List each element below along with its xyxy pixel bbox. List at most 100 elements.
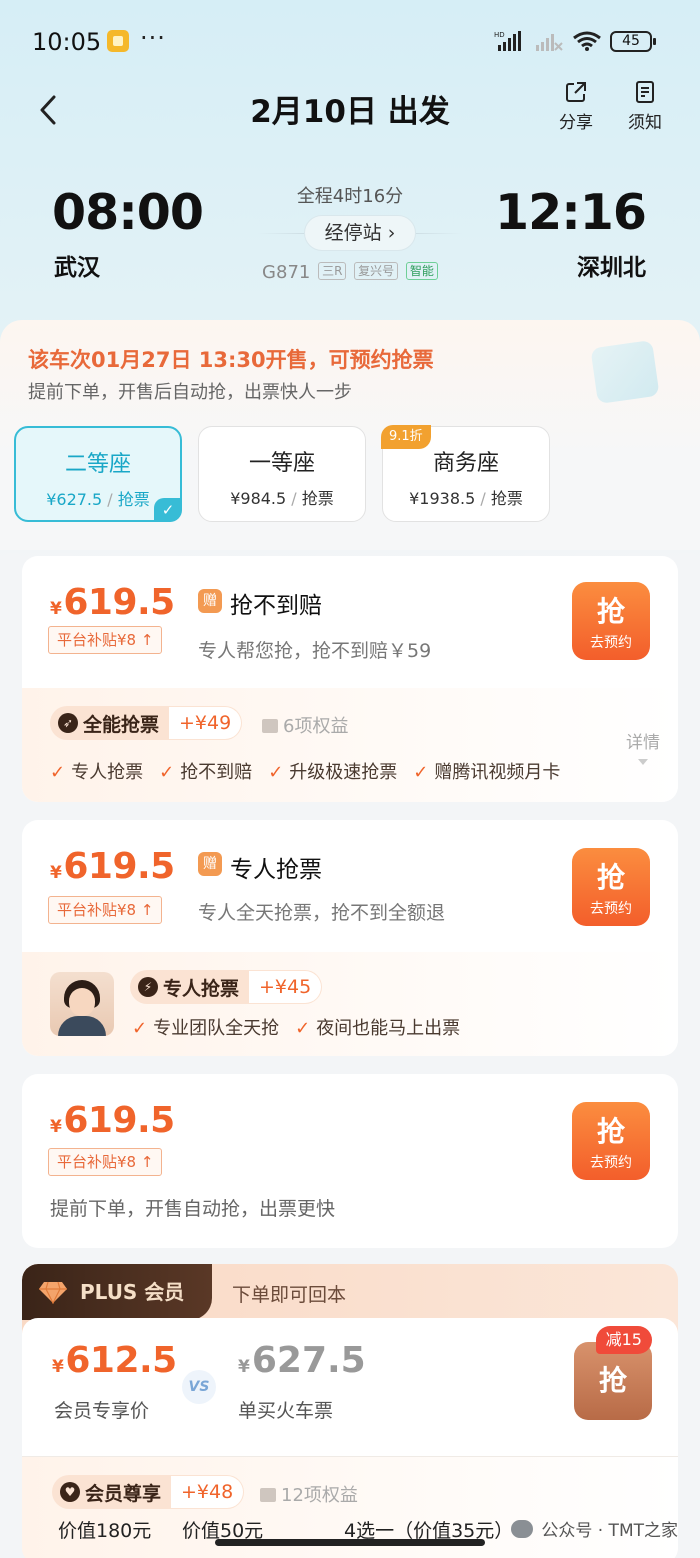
seat-price-line: ¥1938.5 / 抢票 [409,489,523,508]
calendar-icon [590,339,660,405]
grab-sublabel: 去预约 [590,1155,632,1171]
member-price-label: 会员专享价 [54,1400,150,1422]
watermark-text: 公众号 · TMT之家 [541,1521,678,1541]
selected-check-icon: ✓ [154,498,182,522]
currency: ¥ [50,863,62,883]
currency: ¥ [50,599,62,619]
option-desc: 专人全天抢票，抢不到全额退 [198,902,446,924]
details-button[interactable]: 详情 [626,728,660,765]
arrival-station: 深圳北 [577,255,646,281]
perk-chip-name: ⚡ 专人抢票 [130,974,249,1001]
check-item: 夜间也能马上出票 [295,1018,460,1039]
notice-button[interactable]: 须知 [620,80,670,133]
seat-second-class[interactable]: 二等座 ¥627.5 / 抢票 ✓ [14,426,182,522]
grab-label: 抢 [596,595,625,628]
price-value: 619.5 [63,1100,175,1141]
grab-button[interactable]: 抢 去预约 [572,582,650,660]
price-value: 627.5 [251,1340,366,1381]
arrival-time: 12:16 [495,184,647,241]
seat-action: 抢票 [490,489,523,508]
option-desc: 专人帮您抢，抢不到赔￥59 [198,640,432,662]
chevron-down-icon [638,759,648,765]
seat-price: ¥1938.5 [409,489,476,508]
subsidy-text: 平台补贴¥8 [57,631,137,649]
normal-price-label: 单买火车票 [238,1400,334,1422]
grab-label: 抢 [596,1115,625,1148]
currency: ¥ [50,1117,62,1137]
gift-box-icon [262,719,278,733]
perk-area: ⚡专人抢票 +¥45 专业团队全天抢夜间也能马上出票 [22,952,678,1056]
perk-name: 会员尊享 [85,1482,162,1505]
battery-icon: 45 [610,31,656,52]
benefit-count: 12项权益 [260,1481,358,1507]
status-bar: 10:05 ··· HD 45 [0,0,700,80]
smart-tag: 智能 [405,262,438,280]
diamond-icon [39,1281,67,1304]
stops-button[interactable]: 经停站 › [304,215,416,251]
perk-checklist: 专人抢票抢不到赔升级极速抢票赠腾讯视频月卡 [50,758,576,784]
plus-member-card: PLUS 会员 下单即可回本 ¥612.5 会员专享价 VS ¥627.5 单买… [22,1264,678,1558]
seat-name: 商务座 [432,451,499,476]
train-number: G871 [262,262,311,283]
perk-price: +¥48 [171,1476,244,1508]
subsidy-badge: 平台补贴¥8 ↑ [48,1148,163,1176]
agent-avatar [50,972,114,1036]
option-price: ¥619.5 [50,1100,175,1141]
check-item: 赠腾讯视频月卡 [413,762,560,783]
perk-name: 全能抢票 [83,713,160,736]
benefit-label: 6项权益 [283,716,349,737]
wechat-icon [511,1519,534,1538]
rocket-icon: ➶ [58,713,78,733]
share-label: 分享 [559,113,593,133]
seat-action: 抢票 [301,489,334,508]
lightning-icon: ⚡ [138,977,158,997]
perk-price: +¥45 [249,971,322,1003]
option-card-dedicated: ¥619.5 平台补贴¥8 ↑ 赠 专人抢票 专人全天抢票，抢不到全额退 抢 去… [22,820,678,1056]
perk-chip-name: ➶ 全能抢票 [50,710,169,737]
heart-diamond-icon: ♥ [60,1482,80,1502]
gift-icon: 赠 [198,852,222,876]
currency: ¥ [238,1357,250,1377]
option-price: ¥619.5 [50,846,175,887]
signal-2-icon [536,34,563,51]
perk-chip[interactable]: ⚡ 专人抢票 +¥45 [130,970,323,1004]
grab-sublabel: 去预约 [590,635,632,651]
trip-summary: 08:00 武汉 全程4时16分 经停站 › G871 三R 复兴号 智能 12… [0,170,700,300]
option-card-compensation: ¥619.5 平台补贴¥8 ↑ 赠 抢不到赔 专人帮您抢，抢不到赔￥59 抢 去… [22,556,678,802]
grab-button[interactable]: 抢 去预约 [572,1102,650,1180]
discount-badge: 减15 [595,1326,652,1354]
benefit-count: 6项权益 [262,712,348,738]
gift-box-icon [260,1488,276,1502]
check-item: 专业团队全天抢 [132,1018,279,1039]
option-desc: 提前下单，开售自动抢，出票更快 [50,1198,336,1220]
vs-icon: VS [182,1370,216,1404]
perk-price: +¥49 [169,707,242,739]
seat-business-class[interactable]: 9.1折 商务座 ¥1938.5 / 抢票 [381,425,550,522]
plus-brand: PLUS 会员 [22,1264,212,1320]
perk-chip-name: ♥ 会员尊享 [52,1479,171,1506]
top-nav: 2月10日 出发 分享 须知 [0,80,700,140]
wifi-icon [573,31,601,51]
share-button[interactable]: 分享 [551,80,601,133]
check-item: 抢不到赔 [159,762,252,783]
normal-price: ¥627.5 [238,1340,366,1381]
watermark: 公众号 · TMT之家 [511,1516,678,1541]
check-item: 升级极速抢票 [268,762,397,783]
price-value: 619.5 [63,582,175,623]
seat-first-class[interactable]: 一等座 ¥984.5 / 抢票 [198,426,366,522]
check-item: 专人抢票 [50,762,143,783]
more-notifications-icon: ··· [140,24,166,52]
train-tag-icon: 三R [318,262,347,280]
seat-price: ¥984.5 [230,489,287,508]
sale-panel: 该车次01月27日 13:30开售，可预约抢票 提前下单，开售后自动抢，出票快人… [0,320,700,550]
seat-price-line: ¥984.5 / 抢票 [230,489,334,508]
benefit-label: 12项权益 [281,1485,358,1506]
notes-app-icon [107,30,129,52]
perk-chip[interactable]: ♥ 会员尊享 +¥48 [52,1475,245,1509]
sale-subtitle: 提前下单，开售后自动抢，出票快人一步 [28,382,352,403]
home-indicator[interactable] [215,1539,485,1546]
details-label: 详情 [626,733,660,753]
plus-brand-label: PLUS 会员 [80,1280,185,1304]
grab-button[interactable]: 抢 去预约 [572,848,650,926]
perk-chip[interactable]: ➶ 全能抢票 +¥49 [50,706,243,740]
